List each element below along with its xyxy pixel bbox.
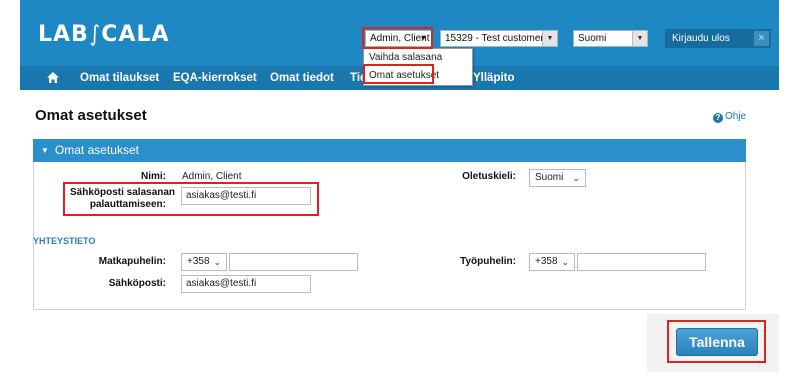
logo-text-right: CALA <box>101 22 170 47</box>
page-title: Omat asetukset <box>35 107 147 124</box>
name-label: Nimi: <box>141 171 166 182</box>
user-select[interactable]: Admin, Client ▼ <box>365 30 433 47</box>
work-phone-prefix-select[interactable]: +358 ⌄ <box>529 253 575 271</box>
customer-select-value: 15329 - Test customer <box>445 33 544 44</box>
reset-email-label: Sähköposti salasanan palauttamiseen: <box>70 187 176 211</box>
customer-select[interactable]: 15329 - Test customer ▼ <box>440 30 558 47</box>
logout-label: Kirjaudu ulos <box>672 33 730 44</box>
language-select[interactable]: Suomi ▼ <box>573 30 648 47</box>
close-icon[interactable]: × <box>754 31 769 46</box>
menu-item-omat-asetukset[interactable]: Omat asetukset <box>369 70 439 81</box>
mobile-input[interactable] <box>229 253 358 271</box>
nav-item-yllapito[interactable]: Ylläpito <box>473 66 515 90</box>
menu-item-vaihda-salasana[interactable]: Vaihda salasana <box>369 52 442 63</box>
work-phone-input[interactable] <box>577 253 706 271</box>
chevron-down-icon: ⌄ <box>213 257 221 267</box>
home-icon[interactable] <box>46 71 60 89</box>
default-language-select[interactable]: Suomi ⌄ <box>529 169 586 187</box>
mobile-prefix-select[interactable]: +358 ⌄ <box>181 253 227 271</box>
work-phone-label: Työpuhelin: <box>460 256 516 267</box>
chevron-down-icon: ▼ <box>542 31 557 46</box>
help-link[interactable]: ? Ohje <box>713 111 746 123</box>
chevron-down-icon: ▼ <box>632 31 647 46</box>
contact-section-title: YHTEYSTIETO <box>33 236 96 246</box>
save-button[interactable]: Tallenna <box>676 328 758 356</box>
reset-email-label-line2: palauttamiseen: <box>89 199 166 210</box>
help-label: Ohje <box>725 111 747 122</box>
labscala-logo[interactable]: LAB∫CALA <box>38 22 170 48</box>
mobile-prefix-value: +358 <box>187 256 210 267</box>
app-screen: LAB∫CALA Admin, Client ▼ 15329 - Test cu… <box>0 0 800 382</box>
email-label: Sähköposti: <box>108 278 166 289</box>
chevron-down-icon: ⌄ <box>561 257 569 267</box>
email-input[interactable]: asiakas@testi.fi <box>181 275 311 293</box>
default-language-value: Suomi <box>535 172 564 183</box>
logo-slash: ∫ <box>89 22 101 47</box>
work-phone-prefix-value: +358 <box>535 256 558 267</box>
nav-item-omat-tilaukset[interactable]: Omat tilaukset <box>80 66 159 90</box>
user-dropdown-menu: Vaihda salasana Omat asetukset <box>363 48 473 86</box>
default-language-label: Oletuskieli: <box>462 171 516 182</box>
caret-down-icon: ▼ <box>420 35 427 42</box>
settings-panel-header[interactable]: ▼ Omat asetukset <box>33 139 746 162</box>
panel-title: Omat asetukset <box>54 143 139 157</box>
language-select-value: Suomi <box>578 33 607 44</box>
logout-button[interactable]: Kirjaudu ulos × <box>665 29 771 48</box>
mobile-label: Matkapuhelin: <box>98 256 166 267</box>
logo-text-left: LAB <box>38 22 89 47</box>
reset-email-label-line1: Sähköposti salasanan <box>70 187 176 198</box>
name-value: Admin, Client <box>182 171 242 182</box>
chevron-down-icon: ⌄ <box>572 173 580 183</box>
nav-item-omat-tiedot[interactable]: Omat tiedot <box>270 66 334 90</box>
help-icon: ? <box>713 113 723 123</box>
nav-item-eqa-kierrokset[interactable]: EQA-kierrokset <box>173 66 257 90</box>
collapse-triangle-icon: ▼ <box>41 146 49 155</box>
reset-email-input[interactable]: asiakas@testi.fi <box>181 187 311 205</box>
